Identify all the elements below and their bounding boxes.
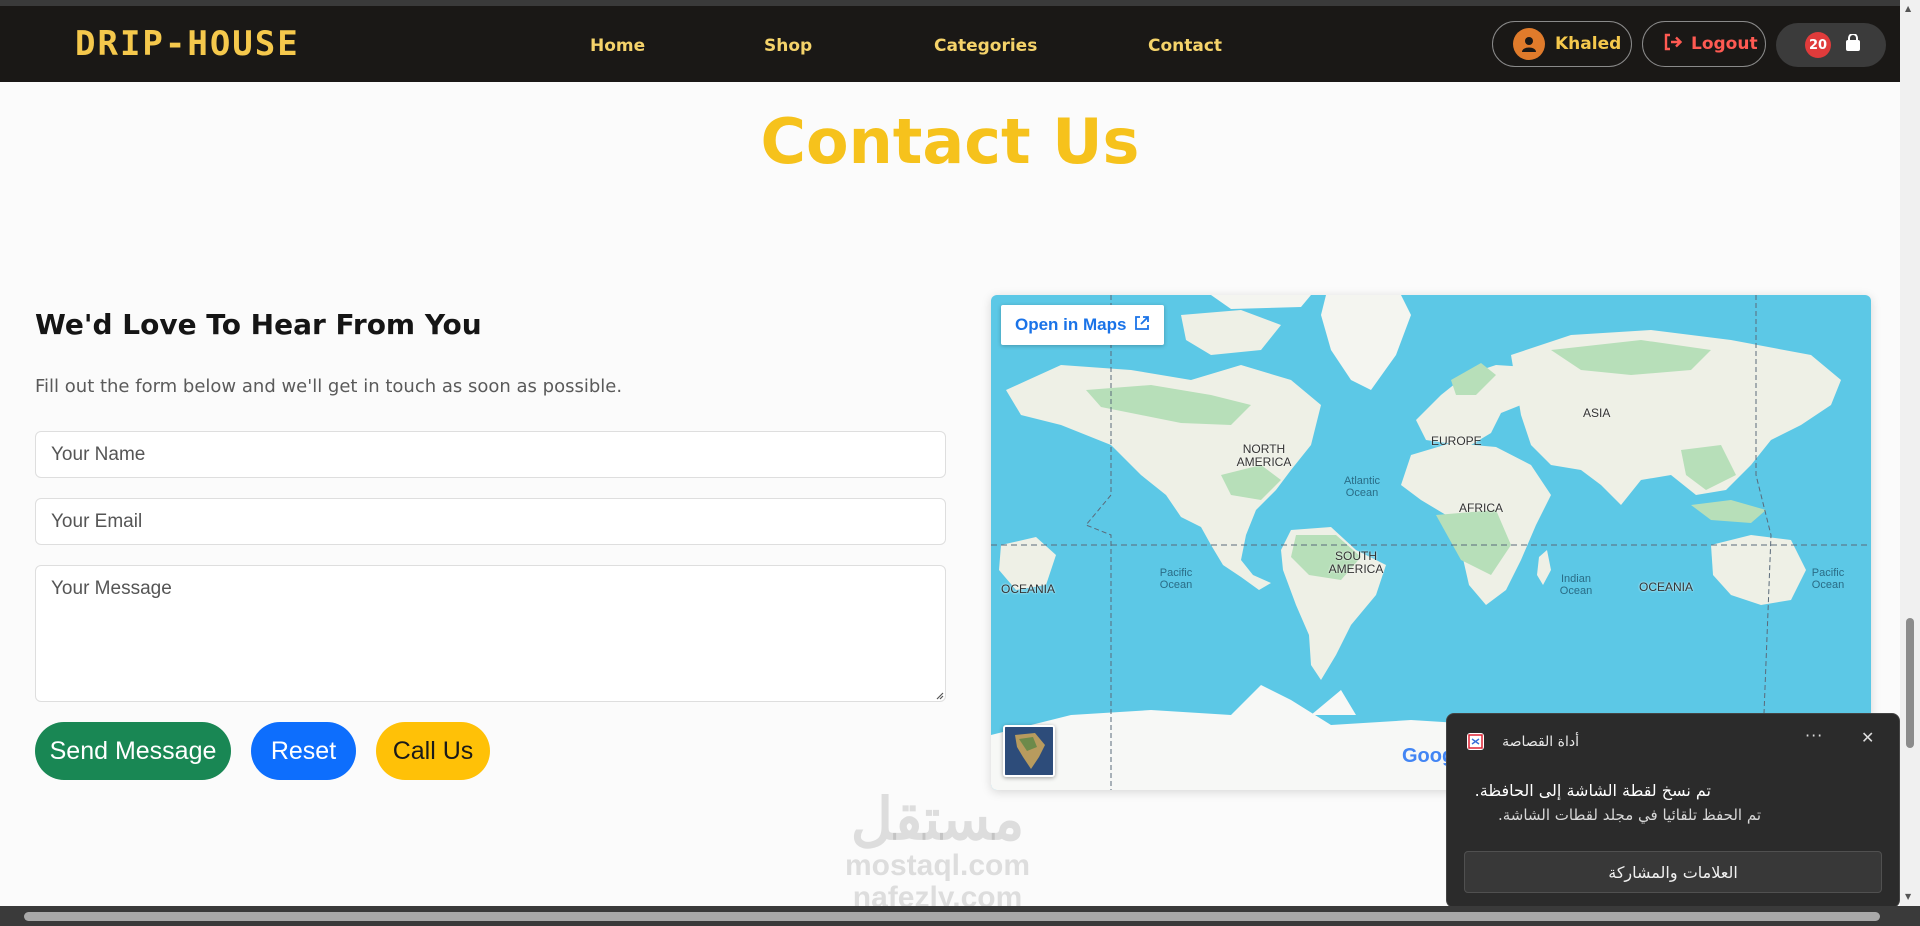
email-field[interactable] <box>35 498 946 545</box>
send-message-button[interactable]: Send Message <box>35 722 231 780</box>
form-subheading: Fill out the form below and we'll get in… <box>35 376 623 397</box>
open-in-maps-label: Open in Maps <box>1015 315 1127 334</box>
map-label-pacific-ocean-left: Pacific Ocean <box>1159 567 1193 591</box>
logout-label: Logout <box>1691 34 1758 54</box>
markup-and-share-button[interactable]: العلامات والمشاركة <box>1464 851 1882 893</box>
name-field[interactable] <box>35 431 946 478</box>
watermark: مستقل mostaql.com nafezly.com <box>845 790 1030 914</box>
snipping-tool-notification[interactable]: أداة القصاصة ··· ✕ تم نسخ لقطة الشاشة إل… <box>1446 713 1900 908</box>
map-label-north-america: NORTH AMERICA <box>1236 442 1292 469</box>
snipping-tool-icon <box>1467 733 1484 750</box>
user-avatar-icon <box>1513 28 1545 60</box>
navbar: DRIP-HOUSE Home Shop Categories Contact … <box>0 6 1900 82</box>
nav-link-categories[interactable]: Categories <box>934 36 1037 56</box>
map-label-indian-ocean: Indian Ocean <box>1559 573 1593 597</box>
horizontal-scrollbar[interactable] <box>0 906 1920 926</box>
close-icon[interactable]: ✕ <box>1861 728 1874 747</box>
brand-logo[interactable]: DRIP-HOUSE <box>75 24 300 64</box>
page-title: Contact Us <box>760 105 1140 178</box>
nav-link-shop[interactable]: Shop <box>764 36 812 56</box>
horizontal-scrollbar-thumb[interactable] <box>24 912 1880 921</box>
map-label-south-america: SOUTH AMERICA <box>1328 549 1384 576</box>
open-in-maps-link[interactable]: Open in Maps <box>1001 305 1165 345</box>
toast-message-line2: تم الحفظ تلقائيا في مجلد لقطات الشاشة. <box>1497 806 1761 824</box>
map-label-oceania-right: OCEANIA <box>1639 580 1694 594</box>
message-field[interactable] <box>35 565 946 702</box>
user-profile-button[interactable]: Khaled <box>1492 21 1632 67</box>
toast-message-line1: تم نسخ لقطة الشاشة إلى الحافظة. <box>1474 781 1711 800</box>
scroll-down-icon[interactable]: ▼ <box>1905 892 1911 901</box>
cart-count-badge: 20 <box>1805 32 1831 58</box>
vertical-scrollbar-thumb[interactable] <box>1906 618 1914 748</box>
scroll-up-icon[interactable]: ▲ <box>1905 4 1911 13</box>
watermark-arabic: مستقل <box>850 787 1025 852</box>
form-heading: We'd Love To Hear From You <box>35 308 482 341</box>
vertical-scrollbar[interactable]: ▲ ▼ <box>1900 0 1920 906</box>
logout-button[interactable]: Logout <box>1642 21 1766 67</box>
logout-icon <box>1663 33 1683 55</box>
watermark-mostaql: mostaql.com <box>845 849 1031 882</box>
call-us-button[interactable]: Call Us <box>376 722 490 780</box>
cart-button[interactable]: 20 <box>1776 23 1886 67</box>
map-label-oceania-left: OCEANIA <box>1001 582 1056 596</box>
map-label-atlantic-ocean: Atlantic Ocean <box>1343 475 1381 499</box>
map-label-pacific-ocean-right: Pacific Ocean <box>1811 567 1845 591</box>
nav-link-home[interactable]: Home <box>590 36 645 56</box>
toast-app-name: أداة القصاصة <box>1502 734 1579 750</box>
resize-grip-icon[interactable] <box>934 690 944 700</box>
satellite-thumbnail-icon <box>1005 727 1053 775</box>
map-label-africa: AFRICA <box>1459 501 1504 515</box>
external-link-icon <box>1134 315 1150 336</box>
shopping-bag-icon <box>1845 33 1861 56</box>
map-label-asia: ASIA <box>1583 406 1611 420</box>
nav-link-contact[interactable]: Contact <box>1148 36 1222 56</box>
map-satellite-toggle[interactable] <box>1003 725 1055 777</box>
user-name: Khaled <box>1555 34 1622 54</box>
map-label-europe: EUROPE <box>1431 434 1482 448</box>
more-options-icon[interactable]: ··· <box>1805 726 1823 745</box>
reset-button[interactable]: Reset <box>251 722 356 780</box>
